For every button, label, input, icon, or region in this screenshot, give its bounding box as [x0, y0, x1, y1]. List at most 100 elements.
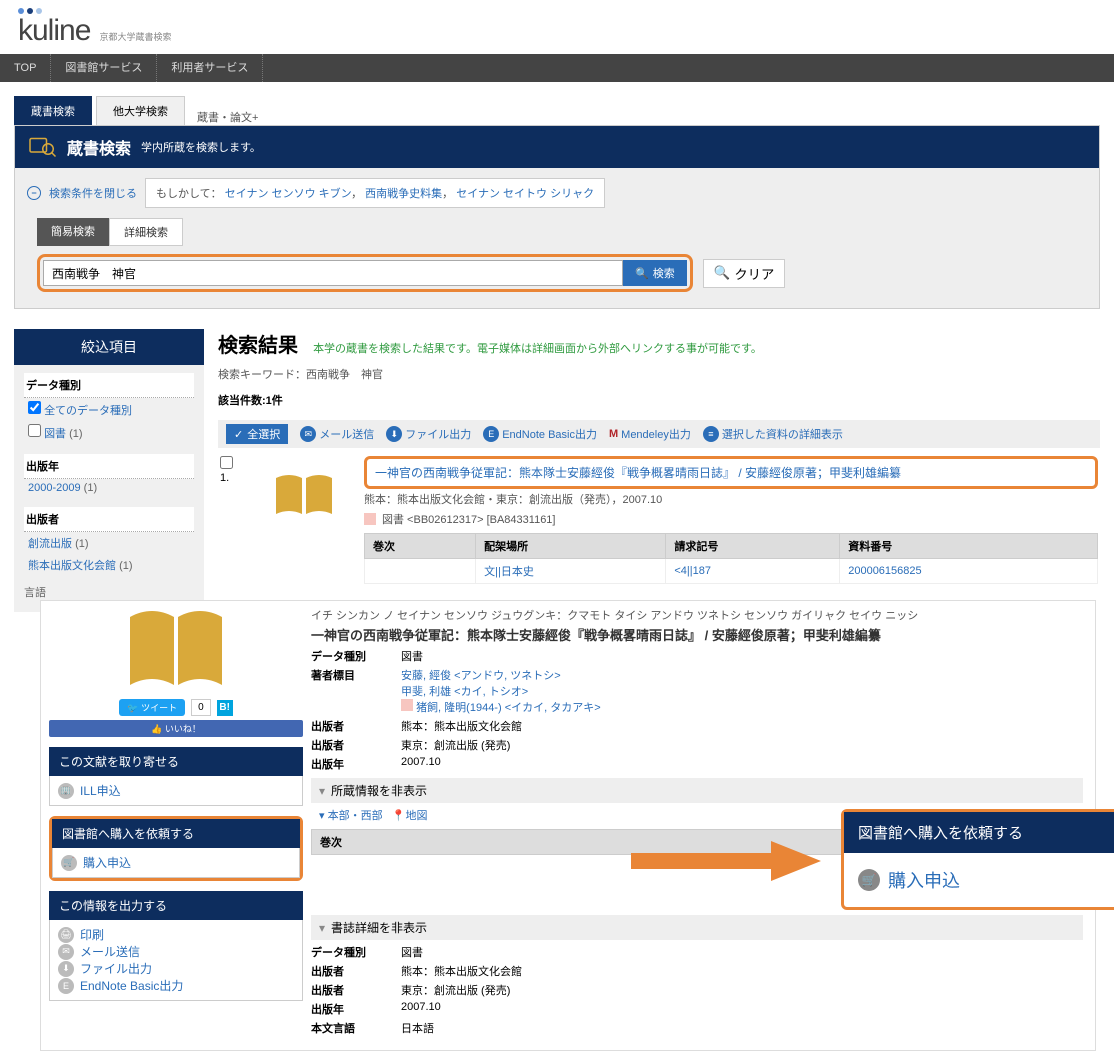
cell-material[interactable]: 200006156825 [848, 565, 921, 577]
out-mail[interactable]: ✉メール送信 [58, 943, 294, 960]
k2-datatype: データ種別 [311, 944, 401, 960]
tab-other-univ[interactable]: 他大学検索 [96, 96, 185, 125]
purchase-callout: 図書館へ購入を依頼する 🛒購入申込 [841, 809, 1114, 910]
facet-book[interactable]: 図書 [28, 428, 66, 440]
record-number: 1. [220, 472, 229, 484]
holdings-section-bar[interactable]: ▾所蔵情報を非表示 [311, 778, 1083, 803]
ill-icon: 🏢 [58, 783, 74, 799]
record-checkbox[interactable] [220, 456, 233, 469]
maybe-link-3[interactable]: セイナン セイトウ シリャク [456, 188, 594, 200]
out-print[interactable]: 🖨印刷 [58, 926, 294, 943]
kw-label: 検索キーワード： [218, 369, 306, 381]
search-input[interactable] [43, 260, 623, 286]
output-box: この情報を出力する 🖨印刷 ✉メール送信 ⬇ファイル出力 EEndNote Ba… [49, 891, 303, 1001]
results-toolbar: ✓全選択 ✉メール送信 ⬇ファイル出力 EEndNote Basic出力 MMe… [218, 420, 1100, 448]
print-icon: 🖨 [58, 927, 74, 943]
author-link-3[interactable]: 猪飼, 隆明(1944-) <イカイ, タカアキ> [416, 702, 601, 714]
ill-header: この文献を取り寄せる [49, 747, 303, 776]
clear-icon: 🔍 [714, 265, 731, 281]
tab-catalog[interactable]: 蔵書検索 [14, 96, 92, 125]
collapse-icon[interactable]: − [27, 186, 41, 200]
close-conditions-link[interactable]: 検索条件を閉じる [49, 185, 137, 201]
endnote-icon: E [483, 426, 499, 442]
v2-lang: 日本語 [401, 1020, 1083, 1036]
detail-panel: 🐦 ツイート 0 B! 👍 いいね！ この文献を取り寄せる 🏢ILL申込 図書館… [40, 600, 1096, 1051]
out-file[interactable]: ⬇ファイル出力 [58, 960, 294, 977]
select-all-button[interactable]: ✓全選択 [226, 424, 288, 444]
col-location: 配架場所 [476, 534, 666, 559]
facet-all-datatype[interactable]: 全てのデータ種別 [28, 405, 132, 417]
facet-sidebar: 絞込項目 データ種別 全てのデータ種別 図書 (1) 出版年 2000-2009… [14, 329, 204, 612]
cell-location[interactable]: 文||日本史 [484, 566, 534, 578]
tool-mail[interactable]: ✉メール送信 [300, 426, 374, 442]
detail-icon: ≡ [703, 426, 719, 442]
check-icon: ✓ [234, 428, 243, 441]
search-button[interactable]: 🔍 検索 [623, 260, 687, 286]
nav-library-service[interactable]: 図書館サービス [51, 54, 157, 82]
did-you-mean: もしかして： セイナン センソウ キブン， 西南戦争史料集， セイナン セイトウ… [145, 178, 605, 208]
callout-header: 図書館へ購入を依頼する [844, 812, 1114, 853]
facet-pubyear-item[interactable]: 2000-2009 [28, 482, 81, 494]
k-pub2: 出版者 [311, 737, 401, 753]
k2-lang: 本文言語 [311, 1020, 401, 1036]
v2-datatype: 図書 [401, 944, 1083, 960]
tool-mendeley[interactable]: MMendeley出力 [609, 426, 691, 442]
facet-publisher-1[interactable]: 創流出版 [28, 538, 72, 550]
book-tag-icon [364, 513, 376, 525]
ill-link[interactable]: 🏢ILL申込 [58, 782, 294, 799]
facet-publisher-2[interactable]: 熊本出版文化会館 [28, 560, 116, 572]
header: kuline 京都大学蔵書検索 [0, 0, 1114, 48]
output-header: この情報を出力する [49, 891, 303, 920]
search-input-highlight: 🔍 検索 [37, 254, 693, 292]
clear-button[interactable]: 🔍 クリア [703, 259, 786, 288]
social-row: 🐦 ツイート 0 B! [49, 699, 303, 716]
k-datatype: データ種別 [311, 648, 401, 664]
maybe-link-1[interactable]: セイナン センソウ キブン [225, 188, 351, 200]
result-record: 1. 一神官の西南戦争従軍記：熊本隊士安藤經俊『戦争概畧晴雨日誌』 / 安藤經俊… [218, 448, 1100, 592]
simple-search-tab[interactable]: 簡易検索 [37, 218, 109, 246]
out-endnote[interactable]: EEndNote Basic出力 [58, 977, 294, 994]
purchase-header: 図書館へ購入を依頼する [52, 819, 300, 848]
facet-publisher-title: 出版者 [24, 507, 194, 532]
results-heading: 検索結果 [218, 329, 298, 358]
annotation-arrow [631, 841, 821, 884]
record-title-link[interactable]: 一神官の西南戦争従軍記：熊本隊士安藤經俊『戦争概畧晴雨日誌』 / 安藤經俊原著；… [375, 466, 901, 480]
k2-pub2: 出版者 [311, 982, 401, 998]
purchase-box-highlight: 図書館へ購入を依頼する 🛒購入申込 [49, 816, 303, 881]
record-title-highlight: 一神官の西南戦争従軍記：熊本隊士安藤經俊『戦争概畧晴雨日誌』 / 安藤經俊原著；… [364, 456, 1098, 489]
nav-user-service[interactable]: 利用者サービス [157, 54, 263, 82]
hatena-button[interactable]: B! [217, 700, 233, 716]
collapse-tri-icon: ▾ [319, 784, 325, 798]
loc-link[interactable]: 本部・西部 [328, 810, 383, 822]
author-link-2[interactable]: 甲斐, 利雄 <カイ, トシオ> [401, 686, 528, 698]
map-link[interactable]: 地図 [405, 810, 427, 822]
col-callno: 請求記号 [666, 534, 840, 559]
record-tagline: 図書 <BB02612317> [BA84331161] [382, 511, 556, 527]
advanced-search-tab[interactable]: 詳細検索 [109, 218, 183, 246]
facet-pubyear-title: 出版年 [24, 454, 194, 479]
kw-value: 西南戦争 神官 [306, 369, 383, 381]
like-button[interactable]: 👍 いいね！ [49, 720, 303, 737]
facet-datatype-title: データ種別 [24, 373, 194, 398]
facet-lang-title: 言語 [14, 582, 204, 602]
callout-purchase-link[interactable]: 🛒購入申込 [858, 867, 1114, 893]
bib-section-bar[interactable]: ▾書誌詳細を非表示 [311, 915, 1083, 940]
facet-header: 絞込項目 [14, 329, 204, 365]
search-icon: 🔍 [635, 267, 649, 280]
tool-file[interactable]: ⬇ファイル出力 [386, 426, 471, 442]
endnote-icon: E [58, 978, 74, 994]
ill-box: この文献を取り寄せる 🏢ILL申込 [49, 747, 303, 806]
author-link-1[interactable]: 安藤, 經俊 <アンドウ, ツネトシ> [401, 670, 561, 682]
tool-detail[interactable]: ≡選択した資料の詳細表示 [703, 426, 843, 442]
magnifier-book-icon [27, 134, 57, 160]
cell-callno[interactable]: <4||187 [674, 565, 711, 577]
tweet-button[interactable]: 🐦 ツイート [119, 699, 185, 716]
tool-endnote[interactable]: EEndNote Basic出力 [483, 426, 597, 442]
logo-dots [18, 8, 1096, 14]
loc-toggle-icon[interactable]: ▾ [319, 810, 325, 822]
cart-icon: 🛒 [61, 855, 77, 871]
tab-articles[interactable]: 蔵書・論文+ [197, 109, 258, 125]
maybe-link-2[interactable]: 西南戦争史料集 [365, 188, 442, 200]
nav-top[interactable]: TOP [0, 54, 51, 82]
purchase-link[interactable]: 🛒購入申込 [61, 854, 291, 871]
